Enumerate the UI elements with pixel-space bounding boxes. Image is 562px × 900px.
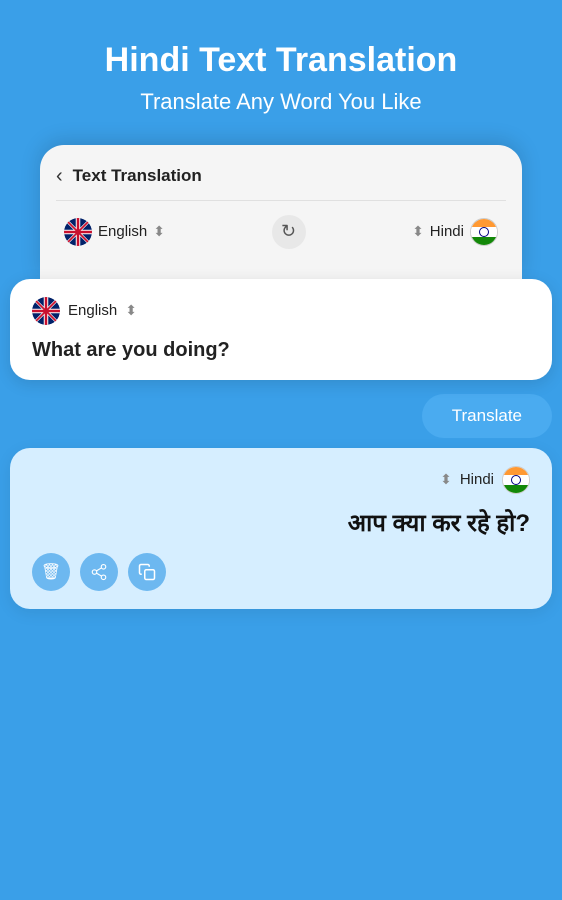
swap-languages-button[interactable]: ↻ xyxy=(272,215,306,249)
uk-flag-icon xyxy=(64,218,92,246)
india-flag-icon xyxy=(470,218,498,246)
result-card: ⬍ Hindi आप क्या कर रहे हो? 🗑 xyxy=(10,448,552,609)
target-lang-name: Hindi xyxy=(430,223,464,240)
action-icons-row: 🗑 xyxy=(32,553,530,591)
input-card-lang-row: English ⬍ xyxy=(32,297,530,325)
target-language-selector[interactable]: ⬍ Hindi xyxy=(412,218,498,246)
translated-text: आप क्या कर रहे हो? xyxy=(32,506,530,539)
app-title: Hindi Text Translation xyxy=(30,40,532,81)
source-lang-name: English xyxy=(98,223,147,240)
translate-button-wrap: Translate xyxy=(10,394,552,438)
back-button[interactable]: ‹ xyxy=(56,165,63,188)
screen-title: Text Translation xyxy=(73,166,202,186)
share-button[interactable] xyxy=(80,553,118,591)
phone-top-bar: ‹ Text Translation xyxy=(56,161,506,201)
source-language-selector[interactable]: English ⬍ xyxy=(64,218,165,246)
delete-button[interactable]: 🗑 xyxy=(32,553,70,591)
header-section: Hindi Text Translation Translate Any Wor… xyxy=(0,0,562,135)
result-india-flag xyxy=(502,466,530,494)
input-card-dropdown-icon[interactable]: ⬍ xyxy=(125,302,137,319)
app-subtitle: Translate Any Word You Like xyxy=(30,89,532,115)
input-card-uk-flag xyxy=(32,297,60,325)
phone-mockup: ‹ Text Translation English ⬍ ↻ ⬍ Hindi xyxy=(40,145,522,279)
copy-icon xyxy=(138,563,156,581)
source-lang-dropdown-icon[interactable]: ⬍ xyxy=(153,223,165,240)
swap-icon: ↻ xyxy=(281,221,296,242)
result-lang-dropdown-icon[interactable]: ⬍ xyxy=(440,471,452,488)
input-text-display[interactable]: What are you doing? xyxy=(32,339,530,362)
input-card-lang-name: English xyxy=(68,302,117,319)
language-selector-row: English ⬍ ↻ ⬍ Hindi xyxy=(56,201,506,263)
result-lang-row: ⬍ Hindi xyxy=(32,466,530,494)
input-card: English ⬍ What are you doing? xyxy=(10,279,552,380)
target-lang-dropdown-icon[interactable]: ⬍ xyxy=(412,223,424,240)
delete-icon: 🗑 xyxy=(41,562,61,582)
share-icon xyxy=(90,563,108,581)
copy-button[interactable] xyxy=(128,553,166,591)
result-lang-name: Hindi xyxy=(460,471,494,488)
translate-button[interactable]: Translate xyxy=(422,394,552,438)
